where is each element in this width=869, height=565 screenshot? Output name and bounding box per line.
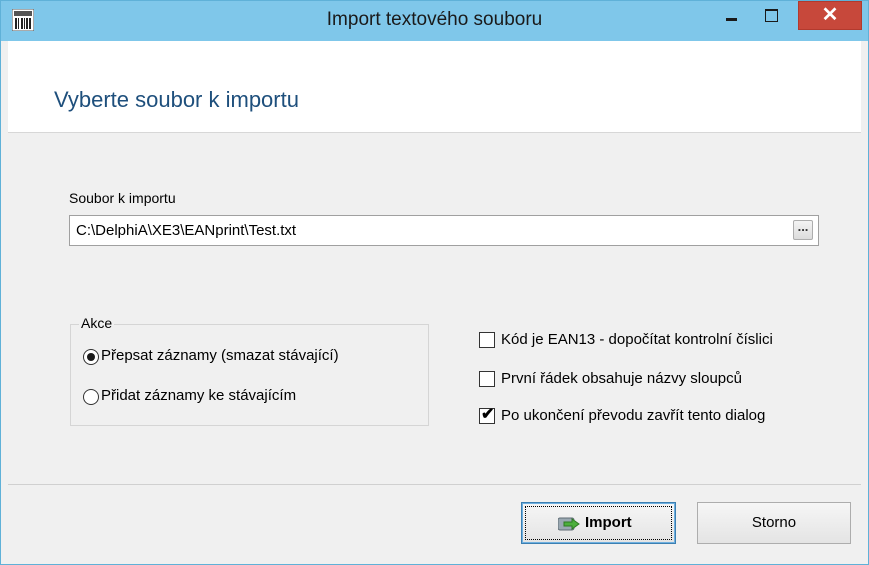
minimize-icon [726,18,737,21]
action-groupbox [70,324,429,426]
radio-append-label[interactable]: Přidat záznamy ke stávajícím [101,387,296,404]
close-icon: ✕ [821,4,839,26]
checkbox-close-dialog-label[interactable]: Po ukončení převodu zavřít tento dialog [501,407,765,424]
minimize-button[interactable] [713,2,749,30]
maximize-icon [765,9,778,22]
import-button[interactable]: Import [521,502,676,544]
checkbox-ean13[interactable] [479,332,495,348]
page-title: Vyberte soubor k importu [54,87,299,112]
checkbox-header-row[interactable] [479,371,495,387]
radio-overwrite-label[interactable]: Přepsat záznamy (smazat stávající) [101,347,339,364]
file-label: Soubor k importu [69,190,176,206]
import-arrow-icon [558,517,580,531]
checkbox-ean13-label[interactable]: Kód je EAN13 - dopočítat kontrolní čísli… [501,331,773,348]
cancel-button[interactable]: Storno [697,502,851,544]
checkbox-header-row-label[interactable]: První řádek obsahuje názvy sloupců [501,370,742,387]
radio-append[interactable] [83,389,99,405]
radio-overwrite[interactable] [83,349,99,365]
cancel-button-label: Storno [751,514,797,531]
header-panel: Vyberte soubor k importu [8,41,861,133]
import-button-label: Import [585,514,632,531]
checkbox-close-dialog[interactable]: ✔ [479,406,495,424]
browse-button[interactable]: ... [793,220,813,240]
file-path-input[interactable]: C:\DelphiA\XE3\EANprint\Test.txt ... [69,215,819,246]
maximize-button[interactable] [753,2,789,30]
close-button[interactable]: ✕ [798,1,862,30]
checkmark-icon: ✔ [481,406,495,423]
import-dialog-window: Import textového souboru ✕ Vyberte soubo… [0,0,869,565]
title-bar[interactable]: Import textového souboru ✕ [1,1,868,41]
action-group-title: Akce [79,315,115,331]
file-path-value: C:\DelphiA\XE3\EANprint\Test.txt [76,222,297,239]
